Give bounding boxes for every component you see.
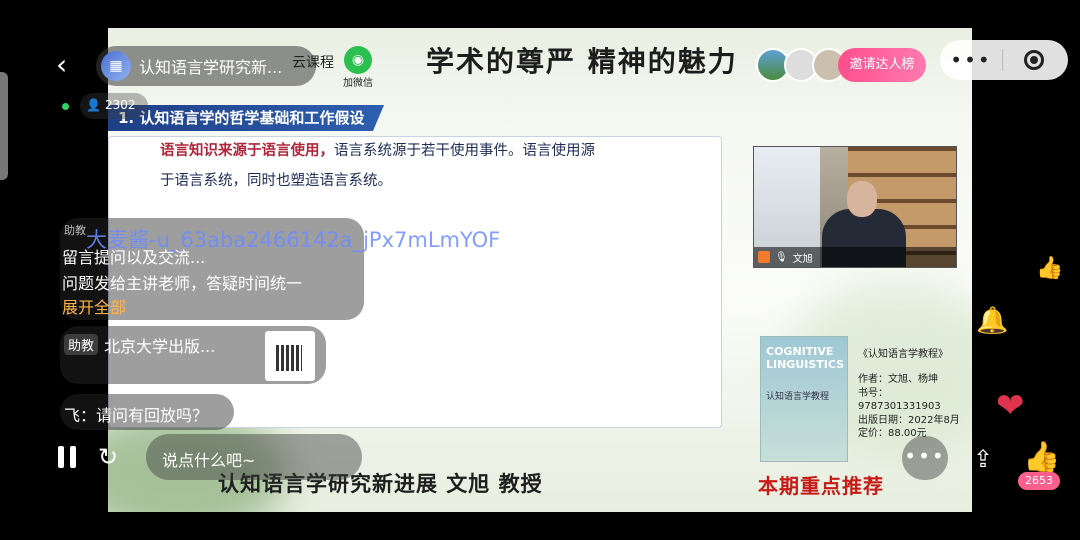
thumbs-up-icon: 👍 bbox=[1023, 440, 1061, 475]
pause-icon bbox=[58, 446, 64, 468]
share-button[interactable]: ⇪ bbox=[962, 438, 1004, 480]
slide-text-line2: 于语言系统，同时也塑造语言系统。 bbox=[160, 173, 392, 189]
refresh-button[interactable]: ↻ bbox=[98, 443, 118, 471]
channel-avatar: ▦ bbox=[101, 51, 131, 81]
channel-info-pill[interactable]: ▦ 认知语言学研究新... bbox=[96, 46, 316, 86]
cam-label-bar: 🎙 文旭 bbox=[754, 247, 956, 267]
assistant-tag: 助教 bbox=[64, 224, 86, 237]
channel-title: 认知语言学研究新... bbox=[139, 58, 283, 77]
viewer-count-value: 2302 bbox=[104, 98, 136, 112]
like-count-badge: 2653 bbox=[1018, 472, 1060, 490]
heart-icon: ❤ bbox=[996, 386, 1025, 426]
book-date: 出版日期：2022年8月 bbox=[858, 414, 960, 426]
back-button[interactable]: ‹ bbox=[56, 50, 82, 80]
book-cover: COGNITIVE LINGUISTICS 认知语言学教程 bbox=[760, 336, 848, 462]
add-wechat-button[interactable]: ◉ 加微信 bbox=[340, 46, 376, 89]
share-icon: ⇪ bbox=[972, 445, 994, 473]
channel-suffix: 云课程 bbox=[292, 55, 334, 71]
slide-highlight-text: 语言知识来源于语言使用， bbox=[160, 142, 334, 159]
online-indicator bbox=[62, 103, 69, 110]
book-cover-subtitle: 认知语言学教程 bbox=[766, 392, 830, 402]
close-button[interactable] bbox=[1003, 50, 1065, 70]
refresh-icon: ↻ bbox=[98, 443, 119, 471]
slide-body-text: 语言知识来源于语言使用，语言系统源于若干使用事件。语言使用源 于语言系统，同时也… bbox=[160, 136, 720, 196]
book-author: 作者：文旭、杨坤 bbox=[858, 374, 938, 386]
invite-leaderboard-button[interactable]: 邀请达人榜 bbox=[838, 48, 926, 82]
chevron-left-icon: ‹ bbox=[56, 48, 68, 81]
pause-button[interactable] bbox=[58, 446, 78, 468]
book-title: 《认知语言学教程》 bbox=[858, 349, 948, 360]
teacher-head bbox=[847, 181, 877, 217]
notice-text-line1: 留言提问以及交流... bbox=[62, 248, 206, 267]
book-isbn: 书号：9787301331903 bbox=[858, 387, 941, 413]
slide-text-line1: 语言系统源于若干使用事件。语言使用源 bbox=[334, 143, 595, 159]
notice-text-line2: 问题发给主讲老师，答疑时间统一 bbox=[62, 274, 303, 293]
mic-icon: 🎙 bbox=[775, 251, 788, 263]
qr-code-icon bbox=[276, 345, 302, 371]
expand-all-link[interactable]: 展开全部 bbox=[62, 294, 126, 318]
user-badge-icon bbox=[758, 251, 770, 263]
book-info: 《认知语言学教程》 作者：文旭、杨坤 书号：9787301331903 出版日期… bbox=[858, 348, 970, 440]
teacher-camera-feed: 🎙 文旭 bbox=[753, 146, 957, 268]
slide-top-banner: 学术的尊严 精神的魅力 bbox=[426, 45, 738, 78]
more-dots-icon[interactable]: ••• bbox=[940, 48, 1002, 72]
viewer-count: 👤 2302 bbox=[86, 98, 136, 112]
left-edge-tab bbox=[0, 72, 8, 180]
slide-bottom-recommend: 本期重点推荐 bbox=[758, 474, 884, 498]
target-icon bbox=[1024, 50, 1044, 70]
wechat-label: 加微信 bbox=[343, 78, 373, 89]
user-icon: 👤 bbox=[86, 98, 101, 112]
comment-placeholder: 说点什么吧~ bbox=[162, 451, 256, 470]
bell-icon: 🔔 bbox=[976, 306, 1009, 336]
chat-message-text: 飞：请问有回放吗？ bbox=[64, 406, 209, 425]
cam-name: 文旭 bbox=[792, 253, 813, 265]
more-button[interactable]: ••• bbox=[902, 436, 948, 480]
thumbs-up-icon: 👍 bbox=[1036, 256, 1064, 281]
pause-icon bbox=[70, 446, 76, 468]
like-button[interactable]: 👍 bbox=[1022, 440, 1062, 476]
assistant-tag: 助教 bbox=[64, 334, 99, 355]
book-icon: ▦ bbox=[109, 58, 123, 74]
book-cover-title: COGNITIVE LINGUISTICS bbox=[766, 345, 845, 371]
audience-avatars[interactable] bbox=[756, 48, 848, 82]
chat-message-text: 北京大学出版... bbox=[104, 337, 216, 356]
wechat-icon: ◉ bbox=[344, 46, 372, 74]
slide-section-header: 1. 认知语言学的哲学基础和工作假设 bbox=[108, 105, 384, 131]
mini-program-capsule: ••• bbox=[940, 40, 1068, 80]
